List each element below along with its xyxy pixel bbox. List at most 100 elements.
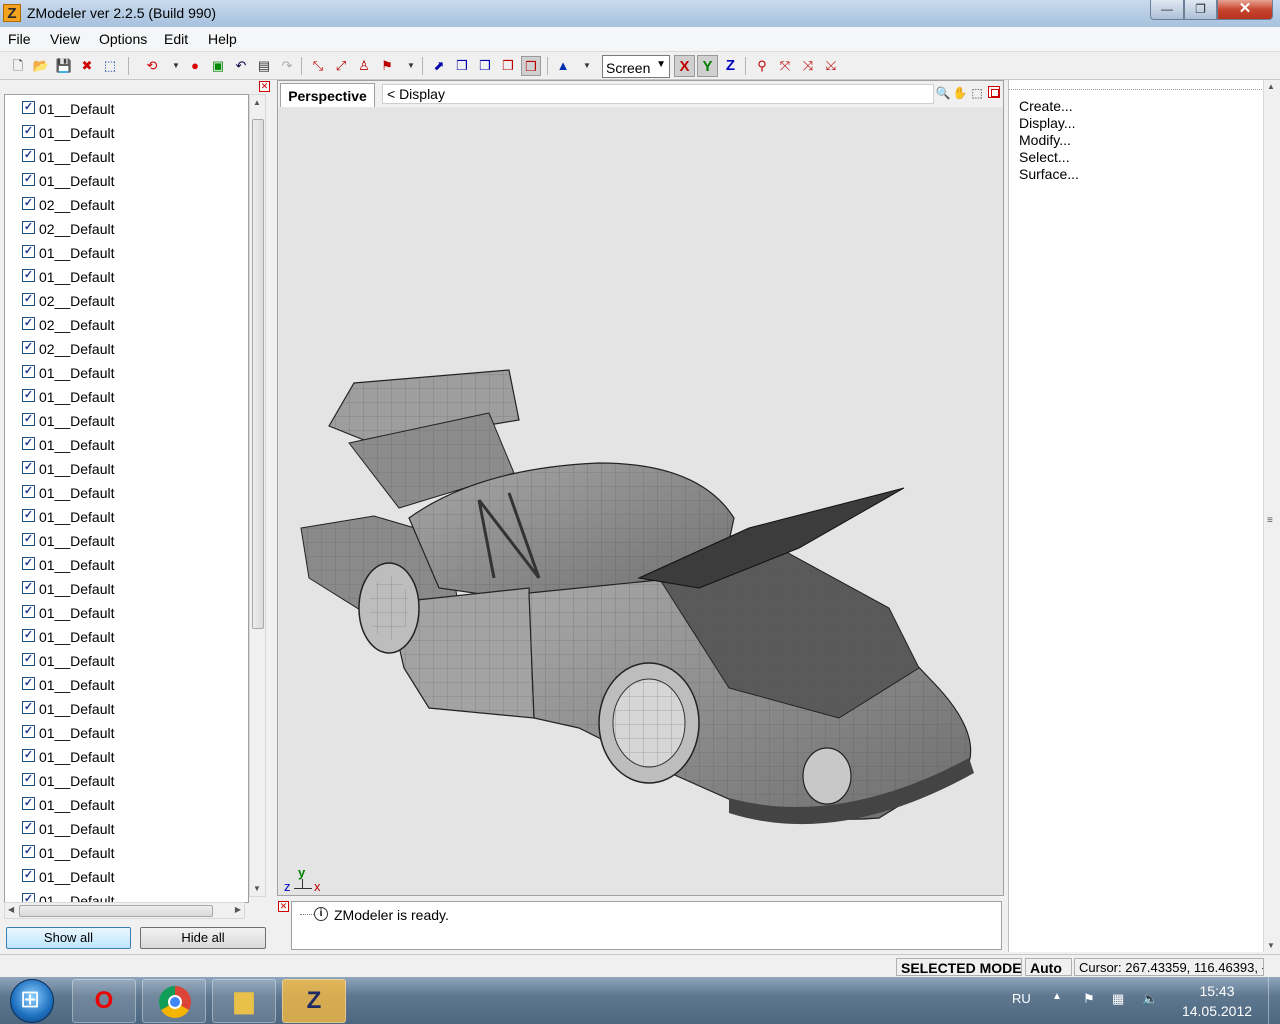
save-icon[interactable]: 💾 <box>54 56 74 76</box>
box-5-icon[interactable]: ❒ <box>521 56 541 76</box>
material-visibility-checkbox[interactable]: ✓ <box>22 509 35 522</box>
zmodeler-app-icon[interactable]: Z <box>3 4 21 22</box>
language-indicator[interactable]: RU <box>1012 991 1031 1006</box>
material-visibility-checkbox[interactable]: ✓ <box>22 773 35 786</box>
dropdown-arrow-icon[interactable]: ▼ <box>577 56 597 76</box>
export-icon[interactable]: ▣ <box>208 56 228 76</box>
material-visibility-checkbox[interactable]: ✓ <box>22 485 35 498</box>
material-item[interactable]: ✓ 01__Default <box>22 553 242 577</box>
material-item[interactable]: ✓ 01__Default <box>22 625 242 649</box>
material-visibility-checkbox[interactable]: ✓ <box>22 749 35 762</box>
material-visibility-checkbox[interactable]: ✓ <box>22 677 35 690</box>
material-item[interactable]: ✓ 01__Default <box>22 697 242 721</box>
material-visibility-checkbox[interactable]: ✓ <box>22 845 35 858</box>
menu-file[interactable]: File <box>8 31 31 47</box>
open-icon[interactable]: 📂 <box>31 56 51 76</box>
start-button[interactable] <box>10 979 54 1023</box>
viewport-canvas[interactable]: y z x <box>279 108 1002 895</box>
material-list-vscroll[interactable]: ▲ ▼ <box>249 94 266 897</box>
command-create[interactable]: Create... <box>1019 98 1073 114</box>
material-visibility-checkbox[interactable]: ✓ <box>22 869 35 882</box>
undo-icon[interactable]: ↶ <box>231 56 251 76</box>
material-item[interactable]: ✓ 01__Default <box>22 769 242 793</box>
material-item[interactable]: ✓ 01__Default <box>22 433 242 457</box>
material-item[interactable]: ✓ 01__Default <box>22 481 242 505</box>
snap-1-icon[interactable]: ⤧ <box>775 56 795 76</box>
material-visibility-checkbox[interactable]: ✓ <box>22 173 35 186</box>
hide-all-button[interactable]: Hide all <box>140 927 266 949</box>
status-auto[interactable]: Auto <box>1025 958 1072 976</box>
menu-edit[interactable]: Edit <box>164 31 188 47</box>
material-item[interactable]: ✓ 01__Default <box>22 529 242 553</box>
material-item[interactable]: ✓ 02__Default <box>22 337 242 361</box>
clock[interactable]: 15:43 14.05.2012 <box>1178 981 1256 1021</box>
network-icon[interactable]: ▦ <box>1112 991 1124 1007</box>
import-icon[interactable]: ⬚ <box>100 56 120 76</box>
coord-mode-select[interactable]: Screen ▼ <box>602 55 670 78</box>
box-4-icon[interactable]: ❒ <box>498 56 518 76</box>
minimize-button[interactable]: — <box>1150 0 1184 20</box>
command-surface[interactable]: Surface... <box>1019 166 1079 182</box>
material-visibility-checkbox[interactable]: ✓ <box>22 413 35 426</box>
select-vertex-icon[interactable]: ⤡ <box>308 56 328 76</box>
zoom-icon[interactable]: 🔍 <box>935 85 951 101</box>
material-item[interactable]: ✓ 01__Default <box>22 841 242 865</box>
flag-icon[interactable]: ⚑ <box>1083 991 1095 1007</box>
axis-y-toggle[interactable]: Y <box>697 55 718 77</box>
zmodeler-icon[interactable]: Z <box>282 979 346 1023</box>
material-item[interactable]: ✓ 01__Default <box>22 673 242 697</box>
record-icon[interactable]: ● <box>185 56 205 76</box>
show-all-button[interactable]: Show all <box>6 927 131 949</box>
material-item[interactable]: ✓ 01__Default <box>22 265 242 289</box>
material-item[interactable]: ✓ 01__Default <box>22 409 242 433</box>
material-visibility-checkbox[interactable]: ✓ <box>22 725 35 738</box>
material-visibility-checkbox[interactable]: ✓ <box>22 629 35 642</box>
new-icon[interactable]: 🗋 <box>8 56 28 76</box>
command-modify[interactable]: Modify... <box>1019 132 1071 148</box>
command-panel-vscroll[interactable]: ▲ ≡ ▼ <box>1263 80 1280 952</box>
material-visibility-checkbox[interactable]: ✓ <box>22 605 35 618</box>
maximize-viewport-icon[interactable] <box>988 86 1000 98</box>
material-item[interactable]: ✓ 01__Default <box>22 889 242 902</box>
material-visibility-checkbox[interactable]: ✓ <box>22 317 35 330</box>
delete-icon[interactable]: ✖ <box>77 56 97 76</box>
cone-icon[interactable]: ▲ <box>553 56 573 76</box>
maximize-button[interactable]: ❐ <box>1184 0 1217 20</box>
select-edge-icon[interactable]: ⤢ <box>331 56 351 76</box>
tab-perspective[interactable]: Perspective <box>280 83 375 107</box>
material-item[interactable]: ✓ 01__Default <box>22 793 242 817</box>
material-visibility-checkbox[interactable]: ✓ <box>22 533 35 546</box>
material-item[interactable]: ✓ 01__Default <box>22 745 242 769</box>
snap-2-icon[interactable]: ⤨ <box>798 56 818 76</box>
material-visibility-checkbox[interactable]: ✓ <box>22 461 35 474</box>
material-visibility-checkbox[interactable]: ✓ <box>22 701 35 714</box>
zoom-region-icon[interactable]: ⬚ <box>969 85 985 101</box>
material-item[interactable]: ✓ 01__Default <box>22 505 242 529</box>
menu-options[interactable]: Options <box>99 31 147 47</box>
material-visibility-checkbox[interactable]: ✓ <box>22 557 35 570</box>
material-visibility-checkbox[interactable]: ✓ <box>22 581 35 594</box>
close-icon[interactable]: ✕ <box>278 901 289 912</box>
material-item[interactable]: ✓ 01__Default <box>22 601 242 625</box>
material-item[interactable]: ✓ 01__Default <box>22 361 242 385</box>
material-visibility-checkbox[interactable]: ✓ <box>22 365 35 378</box>
material-item[interactable]: ✓ 01__Default <box>22 121 242 145</box>
volume-icon[interactable]: 🔈 <box>1142 991 1158 1007</box>
chrome-icon[interactable] <box>142 979 206 1023</box>
material-visibility-checkbox[interactable]: ✓ <box>22 101 35 114</box>
material-visibility-checkbox[interactable]: ✓ <box>22 341 35 354</box>
axis-x-toggle[interactable]: X <box>674 55 695 77</box>
material-item[interactable]: ✓ 01__Default <box>22 721 242 745</box>
box-2-icon[interactable]: ❒ <box>452 56 472 76</box>
scroll-down-icon[interactable]: ▼ <box>253 884 261 893</box>
undo-history-icon[interactable]: ⟲ <box>142 56 162 76</box>
close-icon[interactable]: ✕ <box>259 81 270 92</box>
material-visibility-checkbox[interactable]: ✓ <box>22 293 35 306</box>
material-item[interactable]: ✓ 02__Default <box>22 289 242 313</box>
material-item[interactable]: ✓ 01__Default <box>22 577 242 601</box>
scroll-down-icon[interactable]: ▼ <box>1267 941 1275 950</box>
display-dropdown[interactable]: < Display <box>382 84 934 104</box>
scroll-thumb[interactable] <box>252 119 264 629</box>
material-visibility-checkbox[interactable]: ✓ <box>22 197 35 210</box>
pan-hand-icon[interactable]: ✋ <box>952 85 968 101</box>
